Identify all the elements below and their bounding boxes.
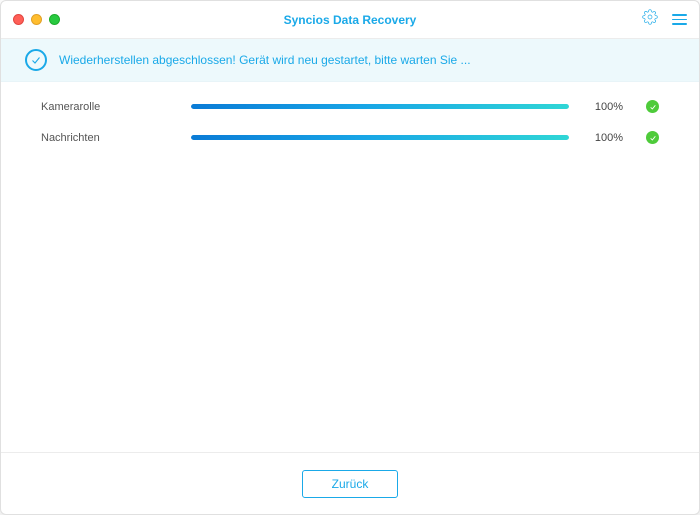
progress-bar-fill bbox=[191, 135, 569, 140]
window-controls bbox=[13, 14, 60, 25]
app-window: Syncios Data Recovery Wiederherstellen a… bbox=[0, 0, 700, 515]
app-title: Syncios Data Recovery bbox=[1, 13, 699, 27]
progress-status bbox=[623, 131, 659, 144]
progress-row: Kamerarolle 100% bbox=[41, 100, 659, 113]
minimize-window-button[interactable] bbox=[31, 14, 42, 25]
progress-percent: 100% bbox=[569, 101, 623, 113]
settings-button[interactable] bbox=[642, 9, 658, 30]
progress-bar-fill bbox=[191, 104, 569, 109]
progress-bar bbox=[191, 104, 569, 109]
menu-button[interactable] bbox=[672, 14, 687, 25]
progress-row: Nachrichten 100% bbox=[41, 131, 659, 144]
status-banner: Wiederherstellen abgeschlossen! Gerät wi… bbox=[1, 39, 699, 82]
success-check-icon bbox=[646, 100, 659, 113]
status-check-icon bbox=[25, 49, 47, 71]
progress-percent: 100% bbox=[569, 132, 623, 144]
progress-status bbox=[623, 100, 659, 113]
footer: Zurück bbox=[1, 452, 699, 514]
progress-list: Kamerarolle 100% Nachrichten 100% bbox=[1, 82, 699, 452]
progress-row-label: Kamerarolle bbox=[41, 101, 191, 113]
close-window-button[interactable] bbox=[13, 14, 24, 25]
menu-icon bbox=[672, 14, 687, 25]
progress-bar bbox=[191, 135, 569, 140]
titlebar: Syncios Data Recovery bbox=[1, 1, 699, 39]
status-message: Wiederherstellen abgeschlossen! Gerät wi… bbox=[59, 53, 471, 67]
gear-icon bbox=[642, 9, 658, 30]
titlebar-actions bbox=[642, 9, 687, 30]
progress-row-label: Nachrichten bbox=[41, 132, 191, 144]
back-button[interactable]: Zurück bbox=[302, 470, 398, 498]
success-check-icon bbox=[646, 131, 659, 144]
zoom-window-button[interactable] bbox=[49, 14, 60, 25]
